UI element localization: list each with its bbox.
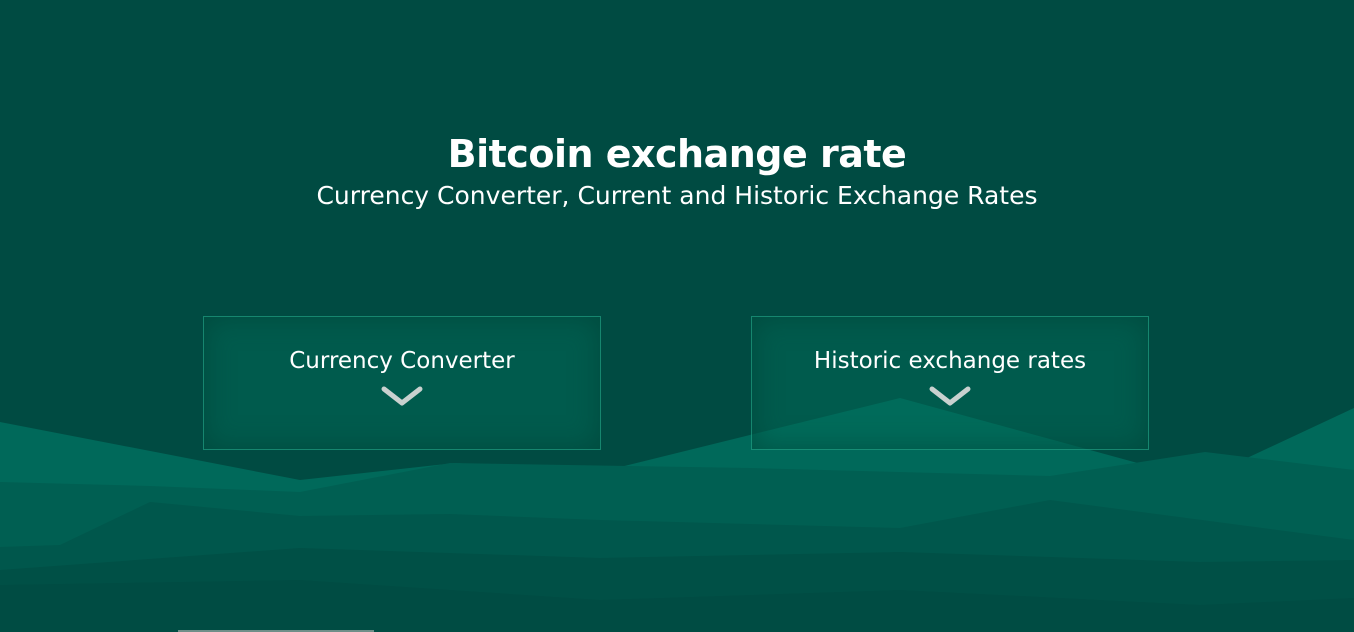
hero-section: Bitcoin exchange rate Currency Converter… <box>0 0 1354 632</box>
chevron-down-icon <box>929 386 971 406</box>
historic-exchange-rates-label: Historic exchange rates <box>813 348 1087 374</box>
historic-exchange-rates-button[interactable]: Historic exchange rates <box>751 316 1149 450</box>
currency-converter-label: Currency Converter <box>289 348 515 374</box>
page-subtitle: Currency Converter, Current and Historic… <box>316 181 1038 210</box>
page-title: Bitcoin exchange rate <box>447 132 907 177</box>
chevron-down-icon <box>381 386 423 406</box>
currency-converter-button[interactable]: Currency Converter <box>203 316 601 450</box>
